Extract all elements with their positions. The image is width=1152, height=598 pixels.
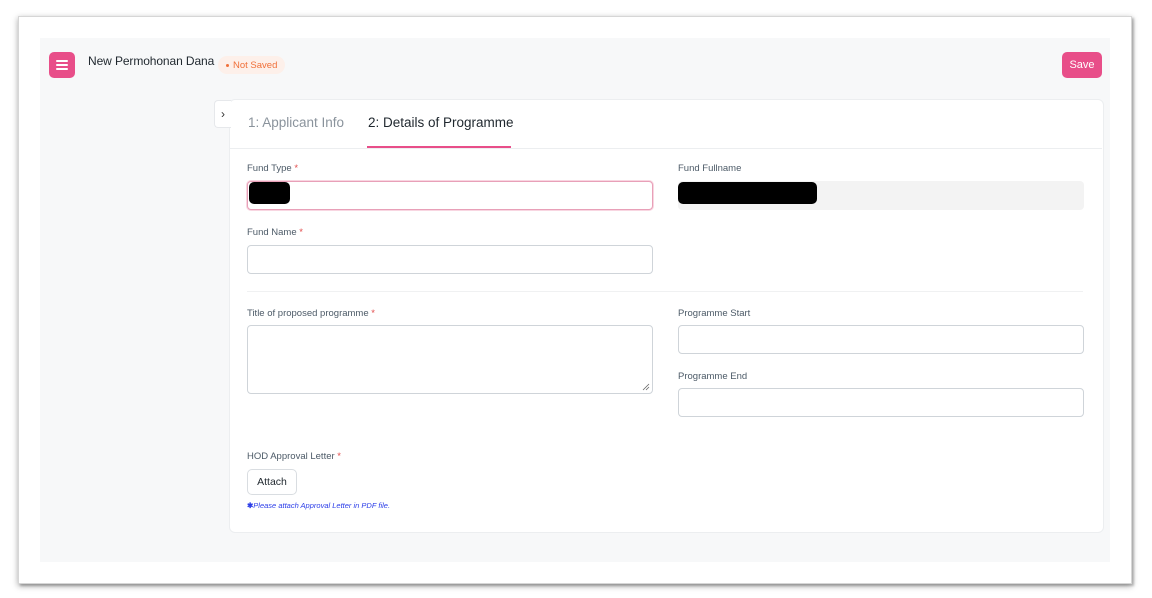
hamburger-icon [56,60,68,70]
hod-letter-label: HOD Approval Letter * [247,451,341,462]
fund-name-input[interactable] [247,245,653,274]
redacted-value [249,182,290,204]
active-tab-indicator [367,146,511,148]
section-divider [247,291,1083,292]
status-dot-icon [226,63,229,67]
programme-start-label: Programme Start [678,308,751,319]
fund-name-label: Fund Name * [247,227,303,238]
programme-title-label: Title of proposed programme * [247,308,375,319]
status-badge: Not Saved [218,56,286,74]
programme-end-input[interactable] [678,388,1084,417]
attach-button[interactable]: Attach [247,469,297,495]
tab-bar [229,99,1102,149]
menu-button[interactable] [49,52,75,78]
redacted-value [678,182,817,204]
programme-title-textarea[interactable] [247,325,653,394]
status-text: Not Saved [233,59,278,71]
programme-end-label: Programme End [678,371,748,382]
tab-applicant-info[interactable]: 1: Applicant Info [248,115,344,130]
tab-details-of-programme[interactable]: 2: Details of Programme [368,115,514,130]
fund-fullname-label: Fund Fullname [678,163,742,174]
attach-hint: ✱Please attach Approval Letter in PDF fi… [247,501,391,510]
page-title: New Permohonan Dana [88,54,215,68]
fund-type-label: Fund Type * [247,163,299,174]
resize-handle-icon[interactable] [642,383,650,391]
fund-type-field[interactable] [247,181,653,210]
programme-start-input[interactable] [678,325,1084,354]
save-button[interactable]: Save [1062,52,1102,78]
